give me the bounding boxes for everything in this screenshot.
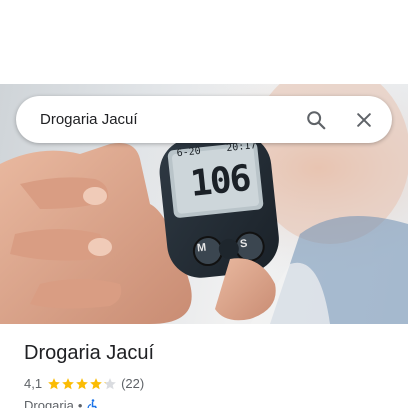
close-icon — [357, 112, 371, 127]
meter-reading: 106 — [188, 157, 252, 205]
star-icon — [90, 377, 102, 389]
search-icon — [307, 110, 326, 129]
separator-dot: • — [77, 398, 83, 408]
meter-button-s-label: S — [239, 237, 248, 251]
meter-display: 6-20 20:17 106 — [176, 140, 262, 206]
category-row: Drogaria • — [24, 398, 98, 408]
star-icon — [104, 377, 116, 389]
rating-row[interactable]: 4,1 (22) — [24, 376, 144, 391]
clear-search-button[interactable] — [342, 98, 386, 142]
place-info-panel[interactable]: Drogaria Jacuí 4,1 (22) Drogaria • — [0, 324, 408, 408]
rating-value: 4,1 — [24, 376, 43, 391]
place-title: Drogaria Jacuí — [24, 342, 155, 364]
review-count[interactable]: (22) — [121, 376, 144, 391]
star-icon — [48, 377, 60, 389]
star-rating — [47, 377, 117, 391]
search-button[interactable] — [294, 98, 338, 142]
maps-place-screen: 6-20 20:17 106 M S Drogaria Jacuí Drogar… — [0, 0, 408, 408]
top-blank-area — [0, 0, 408, 84]
wheelchair-icon — [87, 399, 98, 408]
search-input[interactable]: Drogaria Jacuí — [40, 111, 294, 128]
search-bar[interactable]: Drogaria Jacuí — [16, 96, 392, 143]
meter-button-m-label: M — [196, 241, 207, 255]
place-category: Drogaria — [24, 398, 74, 408]
meter-time-left: 6-20 — [176, 145, 202, 160]
star-icon — [62, 377, 74, 389]
star-icon — [76, 377, 88, 389]
